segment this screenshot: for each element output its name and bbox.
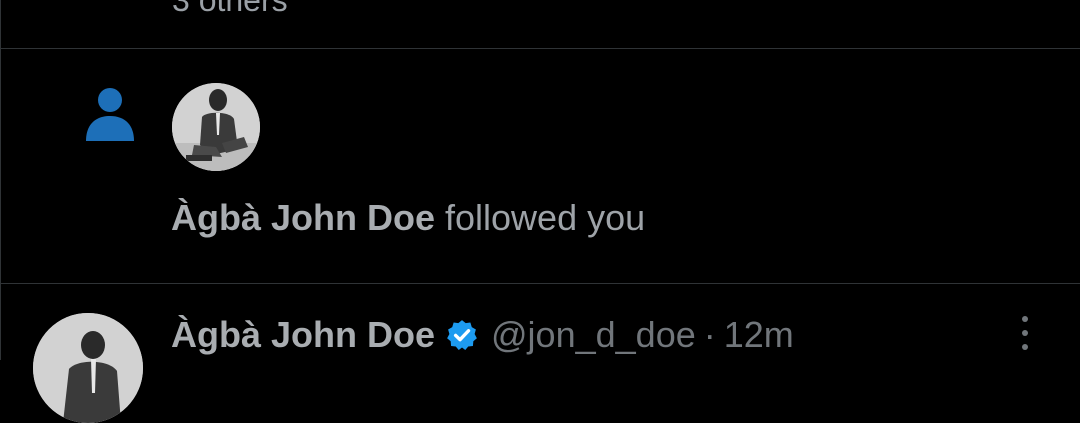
notification-summary-text: 3 others	[172, 0, 288, 18]
more-vertical-icon[interactable]	[1014, 316, 1036, 360]
follow-notification-text: Àgbà John Doe followed you	[171, 196, 645, 240]
profile-photo-image	[172, 83, 260, 171]
tweet-timestamp[interactable]: 12m	[724, 314, 794, 356]
author-name[interactable]: Àgbà John Doe	[171, 314, 435, 356]
verified-badge-icon	[447, 320, 477, 351]
profile-photo-image	[33, 313, 143, 423]
author-handle[interactable]: @jon_d_doe	[491, 314, 696, 356]
avatar[interactable]	[172, 83, 260, 171]
separator-dot: ·	[703, 314, 716, 355]
follower-name[interactable]: Àgbà John Doe	[171, 197, 435, 238]
follow-action-text: followed you	[435, 197, 646, 238]
notification-item[interactable]: 3 others	[0, 0, 1080, 48]
tweet-header: Àgbà John Doe @jon_d_doe · 12m	[171, 311, 794, 359]
notifications-feed: 3 others Àgbà John Doe followed you Àgbà…	[0, 0, 1080, 423]
follow-notification[interactable]	[0, 49, 1080, 283]
person-icon	[86, 88, 134, 141]
tweet-author-avatar[interactable]	[33, 313, 143, 423]
